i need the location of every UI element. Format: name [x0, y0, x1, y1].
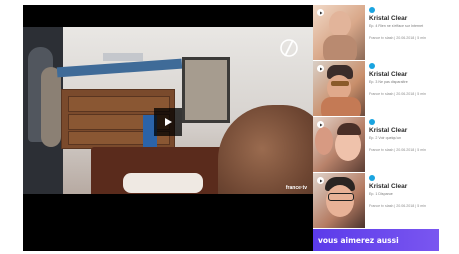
thumb-figure [329, 11, 351, 37]
play-icon [317, 177, 324, 184]
scene-garland [56, 58, 183, 78]
playlist-sidebar: Kristal Clear Ep. 4 Rien ne s'efface sur… [313, 5, 439, 251]
play-icon [317, 9, 324, 16]
episode-thumbnail[interactable] [313, 5, 365, 60]
episode-info: Kristal Clear Ep. 1 Disparue France tv s… [369, 175, 437, 209]
slash-logo-icon [280, 39, 298, 57]
channel-icon [369, 63, 375, 69]
episode-name: Ep. 3 Ne pas disparaître [369, 80, 408, 84]
scene-coat-2 [41, 67, 61, 147]
episode-thumbnail[interactable] [313, 173, 365, 228]
episode-title[interactable]: Kristal Clear [369, 127, 437, 135]
playlist-item[interactable]: Kristal Clear Ep. 4 Rien ne s'efface sur… [313, 5, 439, 60]
thumb-figure [326, 185, 354, 217]
play-icon [317, 121, 324, 128]
episode-meta: France tv slash | 20.06.2018 | 5 min [369, 92, 427, 96]
play-button[interactable] [154, 108, 182, 136]
thumb-figure [331, 81, 349, 86]
channel-icon [369, 119, 375, 125]
playlist-item[interactable]: Kristal Clear Ep. 2 Voir quelqu'un Franc… [313, 117, 439, 172]
episode-title[interactable]: Kristal Clear [369, 183, 437, 191]
episode-meta: France tv slash | 20.06.2018 | 5 min [369, 204, 427, 208]
channel-icon [369, 175, 375, 181]
video-frame[interactable]: france·tv [23, 27, 313, 194]
video-player[interactable]: france·tv [23, 5, 313, 251]
recommendations-banner[interactable]: vous aimerez aussi [313, 229, 439, 251]
thumb-figure [328, 193, 354, 201]
playlist-item[interactable]: Kristal Clear Ep. 1 Disparue France tv s… [313, 173, 439, 228]
banner-label: vous aimerez aussi [318, 236, 399, 245]
episode-info: Kristal Clear Ep. 4 Rien ne s'efface sur… [369, 7, 437, 41]
episode-name: Ep. 4 Rien ne s'efface sur Internet [369, 24, 424, 28]
episode-meta: France tv slash | 20.06.2018 | 5 min [369, 148, 427, 152]
episode-info: Kristal Clear Ep. 3 Ne pas disparaître F… [369, 63, 437, 97]
scene-pillow [123, 173, 203, 193]
scene-picture [182, 57, 230, 123]
channel-watermark: france·tv [285, 185, 307, 191]
scene-shelf [103, 53, 143, 61]
episode-info: Kristal Clear Ep. 2 Voir quelqu'un Franc… [369, 119, 437, 153]
episode-title[interactable]: Kristal Clear [369, 15, 437, 23]
thumb-figure [323, 35, 357, 60]
play-icon [317, 65, 324, 72]
episode-thumbnail[interactable] [313, 61, 365, 116]
playlist-item[interactable]: Kristal Clear Ep. 3 Ne pas disparaître F… [313, 61, 439, 116]
channel-icon [369, 7, 375, 13]
episode-title[interactable]: Kristal Clear [369, 71, 437, 79]
thumb-figure [337, 123, 361, 135]
embed-frame: france·tv Kristal Clear Ep. 4 Rien ne s'… [23, 5, 439, 251]
episode-name: Ep. 1 Disparue [369, 192, 393, 196]
episode-name: Ep. 2 Voir quelqu'un [369, 136, 402, 140]
episode-meta: France tv slash | 20.06.2018 | 5 min [369, 36, 427, 40]
thumb-figure [315, 127, 333, 155]
thumb-figure [321, 97, 361, 116]
scene-person [218, 105, 313, 194]
play-icon [165, 118, 172, 126]
episode-thumbnail[interactable] [313, 117, 365, 172]
